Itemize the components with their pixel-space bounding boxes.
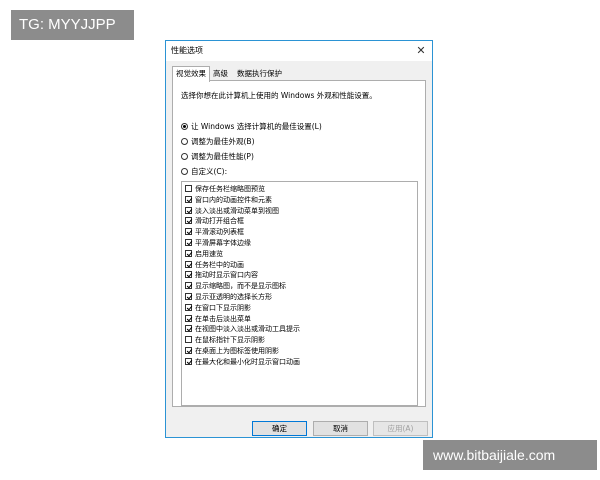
option-label: 拖动时显示窗口内容 [195, 271, 258, 280]
title-bar[interactable]: 性能选项 ✕ [166, 41, 432, 61]
option-item[interactable]: 平滑屏幕字体边缘 [185, 238, 251, 248]
radio-button-icon [181, 168, 188, 175]
radio-label: 让 Windows 选择计算机的最佳设置(L) [191, 122, 322, 131]
watermark-bottom-right: www.bitbaijiale.com [423, 440, 597, 470]
option-item[interactable]: 平滑滚动列表框 [185, 227, 244, 237]
option-item[interactable]: 在鼠标指针下显示阴影 [185, 335, 265, 345]
checkbox-icon [185, 314, 192, 322]
checkbox-icon [185, 303, 192, 311]
checkbox-icon [185, 249, 192, 257]
radio-label: 自定义(C): [191, 167, 228, 176]
option-label: 在视图中淡入淡出或滑动工具提示 [195, 325, 300, 334]
visual-effects-list[interactable]: 保存任务栏缩略图预览 窗口内的动画控件和元素 淡入淡出或滑动菜单到视图 滑动打开… [181, 181, 418, 406]
checkbox-icon [185, 206, 192, 214]
cancel-button[interactable]: 取消 [313, 421, 368, 436]
checkbox-icon [185, 260, 192, 268]
checkbox-icon [185, 325, 192, 333]
option-label: 在鼠标指针下显示阴影 [195, 336, 265, 345]
dialog-title: 性能选项 [171, 46, 203, 55]
option-label: 滑动打开组合框 [195, 217, 244, 226]
option-label: 平滑屏幕字体边缘 [195, 239, 251, 247]
visual-effects-panel: 选择你想在此计算机上使用的 Windows 外观和性能设置。 让 Windows… [172, 80, 426, 407]
option-item[interactable]: 拖动时显示窗口内容 [185, 270, 258, 280]
checkbox-icon [185, 336, 192, 344]
checkbox-icon [185, 228, 192, 236]
radio-button-icon [181, 153, 188, 160]
option-label: 在桌面上为图标签使用阴影 [195, 347, 279, 355]
option-label: 在单击后淡出菜单 [195, 314, 251, 323]
radio-best-performance[interactable]: 调整为最佳性能(P) [181, 152, 254, 162]
option-item[interactable]: 保存任务栏缩略图预览 [185, 184, 265, 194]
performance-options-dialog: 性能选项 ✕ 视觉效果 高级 数据执行保护 选择你想在此计算机上使用的 Wind… [165, 40, 433, 438]
checkbox-icon [185, 195, 192, 203]
option-item[interactable]: 滑动打开组合框 [185, 216, 244, 226]
checkbox-icon [185, 185, 192, 192]
option-label: 启用速览 [195, 249, 223, 258]
tab-data-execution-prevention[interactable]: 数据执行保护 [234, 67, 285, 80]
tab-visual-effects[interactable]: 视觉效果 [172, 66, 210, 82]
option-item[interactable]: 在单击后淡出菜单 [185, 314, 251, 324]
radio-button-icon [181, 138, 188, 145]
option-label: 在窗口下显示阴影 [195, 303, 251, 312]
option-label: 窗口内的动画控件和元素 [195, 195, 272, 204]
radio-custom[interactable]: 自定义(C): [181, 167, 227, 177]
ok-button[interactable]: 确定 [252, 421, 307, 436]
panel-description: 选择你想在此计算机上使用的 Windows 外观和性能设置。 [181, 91, 377, 100]
option-label: 保存任务栏缩略图预览 [195, 185, 265, 193]
checkbox-icon [185, 217, 192, 225]
checkbox-icon [185, 293, 192, 300]
option-item[interactable]: 在视图中淡入淡出或滑动工具提示 [185, 324, 300, 334]
option-label: 显示缩略图，而不是显示图标 [195, 282, 286, 291]
radio-label: 调整为最佳外观(B) [191, 137, 255, 146]
checkbox-icon [185, 347, 192, 354]
option-label: 在最大化和最小化时显示窗口动画 [195, 357, 300, 366]
option-item[interactable]: 任务栏中的动画 [185, 260, 244, 270]
option-label: 平滑滚动列表框 [195, 228, 244, 237]
option-item[interactable]: 显示缩略图，而不是显示图标 [185, 281, 286, 291]
checkbox-icon [185, 239, 192, 246]
watermark-top-left: TG: MYYJJPP [11, 10, 134, 40]
radio-best-appearance[interactable]: 调整为最佳外观(B) [181, 137, 255, 147]
option-label: 淡入淡出或滑动菜单到视图 [195, 206, 279, 215]
apply-button[interactable]: 应用(A) [373, 421, 428, 436]
checkbox-icon [185, 357, 192, 365]
radio-button-icon [181, 123, 188, 130]
tab-advanced[interactable]: 高级 [210, 67, 231, 80]
option-item[interactable]: 在窗口下显示阴影 [185, 303, 251, 313]
option-item[interactable]: 窗口内的动画控件和元素 [185, 195, 272, 205]
option-item[interactable]: 启用速览 [185, 249, 223, 259]
checkbox-icon [185, 271, 192, 279]
close-icon[interactable]: ✕ [414, 44, 428, 58]
option-item[interactable]: 淡入淡出或滑动菜单到视图 [185, 206, 279, 216]
option-label: 任务栏中的动画 [195, 260, 244, 269]
option-label: 显示亚透明的选择长方形 [195, 293, 272, 301]
option-item[interactable]: 在最大化和最小化时显示窗口动画 [185, 357, 300, 367]
checkbox-icon [185, 282, 192, 290]
radio-label: 调整为最佳性能(P) [191, 152, 254, 161]
option-item[interactable]: 在桌面上为图标签使用阴影 [185, 346, 279, 356]
option-item[interactable]: 显示亚透明的选择长方形 [185, 292, 272, 302]
radio-let-windows-choose[interactable]: 让 Windows 选择计算机的最佳设置(L) [181, 122, 322, 132]
